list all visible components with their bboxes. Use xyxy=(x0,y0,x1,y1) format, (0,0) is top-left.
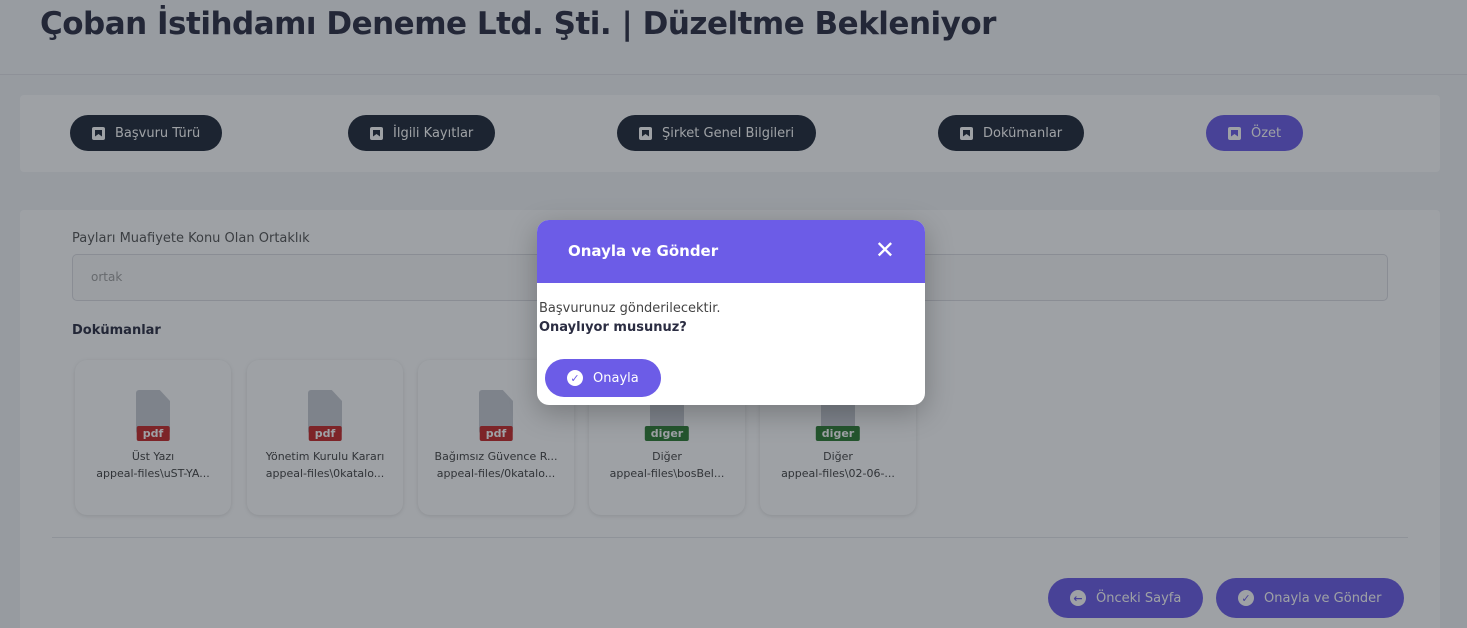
confirm-modal: Onayla ve Gönder ✕ Başvurunuz gönderilec… xyxy=(537,220,925,405)
confirm-button[interactable]: ✓ Onayla xyxy=(545,359,661,397)
modal-body: Başvurunuz gönderilecektir. Onaylıyor mu… xyxy=(539,220,919,405)
modal-question: Onaylıyor musunuz? xyxy=(539,320,687,335)
confirm-label: Onayla xyxy=(593,370,639,386)
check-circle-icon: ✓ xyxy=(567,370,583,386)
modal-message: Başvurunuz gönderilecektir. xyxy=(539,301,721,316)
